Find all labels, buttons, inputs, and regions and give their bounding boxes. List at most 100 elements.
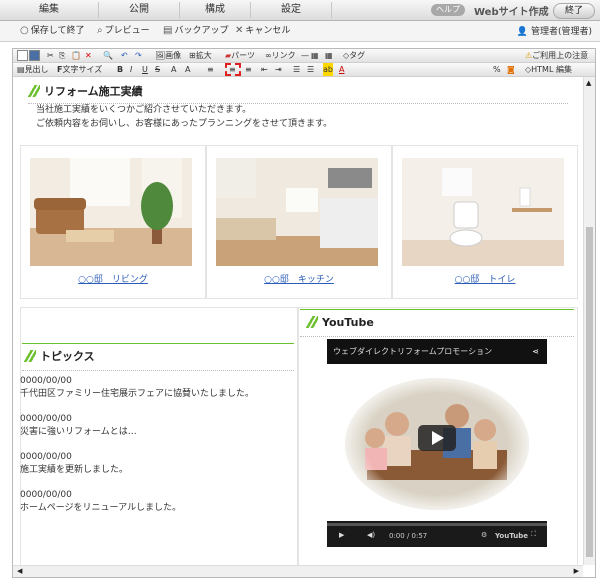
paste-icon[interactable]: 📋 — [71, 49, 81, 62]
youtube-rule — [300, 309, 574, 310]
link-button[interactable]: ∞リンク — [265, 49, 296, 62]
ordered-list-icon[interactable]: ☰ — [293, 63, 300, 76]
divider — [22, 370, 294, 371]
save-icon[interactable] — [29, 49, 40, 62]
font-grow-icon[interactable]: A — [185, 63, 190, 76]
hr-icon[interactable]: — — [301, 49, 309, 62]
help-button[interactable]: ヘルプ — [431, 4, 465, 16]
cut-icon[interactable]: ✂ — [47, 49, 54, 62]
green-slash-icon — [306, 316, 318, 328]
news-text: 施工実績を更新しました。 — [20, 465, 129, 475]
preview-button[interactable]: ⌕ プレビュー — [97, 24, 150, 38]
new-doc-icon[interactable] — [17, 49, 28, 62]
news-date: 0000/00/00 — [20, 490, 72, 500]
grid-icon[interactable]: ▦ — [325, 49, 333, 62]
undo-icon[interactable]: ↶ — [121, 49, 128, 62]
user-menu[interactable]: 👤 管理者(管理者) — [517, 24, 592, 37]
progress-bar[interactable] — [327, 523, 547, 526]
share-icon[interactable]: ⋖ — [532, 339, 539, 364]
vertical-scrollbar[interactable]: ▲ — [583, 77, 595, 565]
cancel-label: キャンセル — [245, 26, 291, 36]
tag-button[interactable]: ◇タグ — [343, 49, 365, 62]
highlight-icon[interactable]: ab — [323, 63, 333, 76]
volume-icon[interactable]: ◀) — [367, 531, 375, 539]
zoom-icon: ⊞ — [189, 51, 196, 60]
backup-button[interactable]: ▤ バックアップ — [163, 24, 228, 38]
news-date: 0000/00/00 — [20, 414, 72, 424]
top-nav: 編集 公開 構成 設定 ヘルプ Webサイト作成 終了 — [0, 0, 600, 21]
table-icon[interactable]: ▦ — [311, 49, 319, 62]
news-item-3: 0000/00/00 施工実績を更新しました。 — [20, 451, 128, 477]
play-icon[interactable]: ▶ — [339, 531, 344, 539]
text-color-icon[interactable]: A — [339, 63, 344, 76]
outdent-icon[interactable]: ⇤ — [261, 63, 268, 76]
youtube-logo[interactable]: YouTube — [495, 532, 528, 540]
photo-card-toilet: ○○邸 トイレ — [392, 145, 578, 299]
bullet-list-icon[interactable]: ☰ — [307, 63, 314, 76]
fullscreen-icon[interactable]: ⛶ — [531, 530, 536, 539]
end-button[interactable]: 終了 — [553, 3, 595, 19]
tab-settings[interactable]: 設定 — [251, 2, 332, 18]
reform-title: リフォーム施工実績 — [44, 85, 143, 98]
find-icon[interactable]: 🔍 — [103, 49, 113, 62]
action-bar: ○ 保存して終了 ⌕ プレビュー ▤ バックアップ ✕ キャンセル 👤 管理者(管理者) — [0, 21, 600, 42]
image-icon: 🖼 — [155, 51, 166, 60]
tab-publish[interactable]: 公開 — [99, 2, 180, 18]
font-shrink-icon[interactable]: A — [171, 63, 176, 76]
notice-link[interactable]: ⚠ご利用上の注意 — [525, 49, 588, 62]
link-label: リンク — [271, 51, 296, 60]
indent-icon[interactable]: ⇥ — [275, 63, 282, 76]
caption-toilet[interactable]: ○○邸 トイレ — [393, 272, 577, 285]
rss-icon[interactable]: ◙ — [507, 63, 515, 76]
align-right-icon[interactable]: ≡ — [245, 63, 252, 76]
image-label: 画像 — [165, 51, 182, 60]
html-edit-button[interactable]: ◇HTML 編集 — [525, 63, 572, 76]
toolbar-row-2: ▤見出し F文字サイズ B I U S A A ≡ ≡ ≡ ⇤ ⇥ ☰ ☰ ab… — [13, 63, 595, 77]
cancel-button[interactable]: ✕ キャンセル — [235, 24, 290, 38]
html-edit-label: HTML 編集 — [531, 65, 572, 74]
font-size-button[interactable]: F文字サイズ — [57, 63, 102, 76]
notice-label: ご利用上の注意 — [532, 51, 589, 60]
italic-button[interactable]: I — [130, 63, 132, 76]
video-time: 0:00 / 0:57 — [389, 532, 428, 540]
settings-icon[interactable]: ⚙ — [481, 531, 487, 539]
special-char-icon[interactable]: % — [493, 63, 501, 76]
copy-icon[interactable]: ⎘ — [59, 49, 65, 62]
selection-highlight — [225, 63, 241, 76]
link-icon: ∞ — [265, 51, 272, 60]
news-text: 千代田区ファミリー住宅展示フェアに協賛いたしました。 — [20, 389, 255, 399]
video-title[interactable]: ウェブダイレクトリフォームプロモーション — [333, 347, 492, 356]
image-button[interactable]: 🖼画像 — [155, 49, 181, 62]
horizontal-scrollbar[interactable]: ◀ ▶ — [13, 565, 583, 577]
underline-button[interactable]: U — [142, 63, 148, 76]
content-area[interactable]: リフォーム施工実績 当社施工実績をいくつかご紹介させていただきます。 ご依頼内容… — [14, 77, 582, 577]
topics-heading: トピックス — [24, 348, 95, 366]
bold-button[interactable]: B — [117, 63, 123, 76]
reform-intro: 当社施工実績をいくつかご紹介させていただきます。 ご依頼内容をお伺いし、お客様に… — [36, 103, 332, 131]
heading-button[interactable]: ▤見出し — [17, 63, 49, 76]
scroll-left-icon[interactable]: ◀ — [17, 567, 22, 575]
scroll-up-icon[interactable]: ▲ — [586, 79, 591, 87]
caption-living[interactable]: ○○邸 リビング — [21, 272, 205, 285]
zoom-button[interactable]: ⊞拡大 — [189, 49, 212, 62]
news-date: 0000/00/00 — [20, 376, 72, 386]
save-exit-button[interactable]: ○ 保存して終了 — [20, 24, 84, 38]
redo-icon[interactable]: ↷ — [135, 49, 142, 62]
youtube-player[interactable]: ウェブダイレクトリフォームプロモーション ⋖ ▶ ◀) 0:00 / 0:57 … — [327, 339, 547, 547]
news-date: 0000/00/00 — [20, 452, 72, 462]
caption-kitchen[interactable]: ○○邸 キッチン — [207, 272, 391, 285]
delete-icon[interactable]: ✕ — [85, 49, 92, 62]
strikethrough-icon[interactable]: S — [155, 63, 160, 76]
tab-structure[interactable]: 構成 — [180, 2, 251, 18]
align-left-icon[interactable]: ≡ — [207, 63, 214, 76]
editor-frame: ✂ ⎘ 📋 ✕ 🔍 ↶ ↷ 🖼画像 ⊞拡大 ▰パーツ ∞リンク — ▦ ▦ ◇タ… — [12, 48, 596, 578]
parts-button[interactable]: ▰パーツ — [225, 49, 255, 62]
tab-edit[interactable]: 編集 — [0, 2, 99, 18]
youtube-heading: YouTube — [306, 314, 374, 332]
scroll-thumb[interactable] — [586, 227, 593, 557]
user-label: 管理者(管理者) — [530, 27, 592, 37]
living-room-photo — [30, 158, 192, 266]
photo-card-living: ○○邸 リビング — [20, 145, 206, 299]
parts-label: パーツ — [231, 51, 255, 60]
scroll-right-icon[interactable]: ▶ — [574, 567, 579, 575]
